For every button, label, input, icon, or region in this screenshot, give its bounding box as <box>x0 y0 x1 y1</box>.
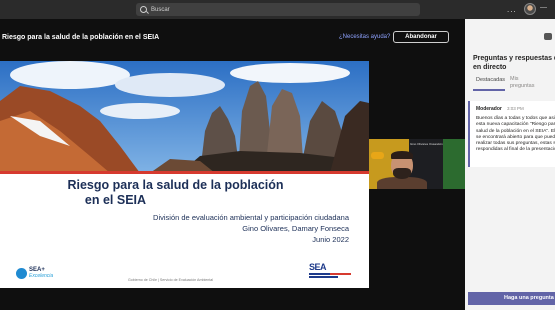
ask-question-button[interactable]: Haga una pregunta <box>468 292 555 305</box>
title-bar: Buscar ... — <box>0 0 555 19</box>
tab-featured[interactable]: Destacadas <box>476 77 505 83</box>
avatar[interactable] <box>524 3 536 15</box>
help-link[interactable]: ¿Necesitas ayuda? <box>339 34 390 40</box>
moderator-message-card: Moderador 3:03 PM Buenos días a todas y … <box>468 101 555 167</box>
slide-title-line1: Riesgo para la salud de la población <box>67 178 284 192</box>
slide-subtitle-authors: Gino Olivares, Damary Fonseca <box>242 224 349 233</box>
leave-button[interactable]: Abandonar <box>393 31 449 43</box>
qa-panel-title: Preguntas y respuestas del evento en dir… <box>473 55 555 71</box>
slide-subtitle-division: División de evaluación ambiental y parti… <box>153 213 349 222</box>
sea-plus-sublabel: Excelencia <box>29 273 54 279</box>
chat-icon[interactable] <box>544 33 552 40</box>
slide-subtitle: División de evaluación ambiental y parti… <box>153 212 349 245</box>
search-box[interactable]: Buscar <box>136 3 420 16</box>
mountain-photo <box>0 61 369 173</box>
minimize-icon[interactable]: — <box>540 4 547 11</box>
meeting-stage: Riesgo para la salud de la población en … <box>0 19 465 310</box>
sea-plus-icon <box>16 267 27 279</box>
slide-divider <box>0 171 369 174</box>
presenter-video[interactable]: Gino Olivares Ossandón <box>369 139 465 189</box>
sea-plus-logo: SEA+ Excelencia <box>16 267 53 279</box>
search-input[interactable]: Buscar <box>151 7 170 13</box>
message-time: 3:03 PM <box>507 106 524 111</box>
search-icon <box>140 6 147 13</box>
active-tab-indicator <box>473 89 505 91</box>
slide-title-line2: en el SEIA <box>84 193 147 207</box>
meeting-title: Riesgo para la salud de la población en … <box>2 34 160 41</box>
sea-logo-text: SEA <box>309 262 327 272</box>
message-text: Buenos días a todas y todos que asisten … <box>476 116 555 153</box>
slide-subtitle-date: Junio 2022 <box>312 235 349 244</box>
more-options-icon[interactable]: ... <box>507 5 517 14</box>
slide-title: Riesgo para la salud de la población en … <box>0 178 369 208</box>
presenter-name-label: Gino Olivares Ossandón <box>410 142 443 146</box>
slide-footer: Gobierno de Chile | Servicio de Evaluaci… <box>128 278 214 282</box>
presentation-slide: Riesgo para la salud de la población en … <box>0 61 369 288</box>
message-author: Moderador <box>476 106 502 112</box>
qa-panel: Preguntas y respuestas del evento en dir… <box>465 19 555 310</box>
tab-my-questions[interactable]: Mis preguntas <box>510 76 540 90</box>
sea-logo: SEA <box>309 262 351 282</box>
